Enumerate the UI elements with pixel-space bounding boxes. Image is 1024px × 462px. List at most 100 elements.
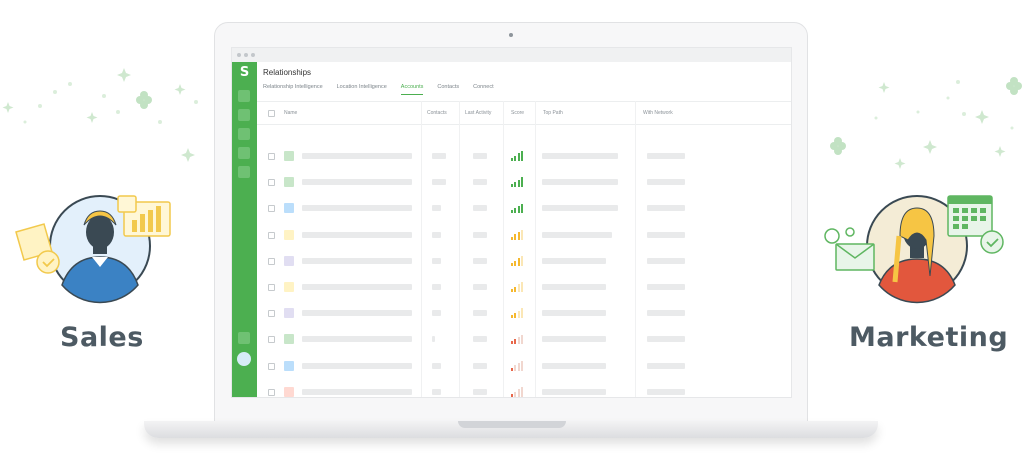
- account-name-placeholder[interactable]: [302, 153, 412, 159]
- marketing-persona-illustration: [824, 195, 1004, 304]
- tab-location-intelligence[interactable]: Location Intelligence: [337, 84, 387, 95]
- account-name-placeholder[interactable]: [302, 388, 412, 395]
- last-activity-placeholder: [473, 231, 487, 238]
- network-placeholder: [647, 257, 685, 264]
- contacts-placeholder: [432, 153, 446, 159]
- contacts-placeholder: [432, 310, 441, 317]
- contacts-placeholder: [432, 257, 441, 264]
- sidebar-nav-item[interactable]: [238, 128, 250, 140]
- row-checkbox[interactable]: [268, 284, 275, 291]
- contacts-placeholder: [432, 179, 446, 186]
- table-row[interactable]: [257, 255, 791, 269]
- column-header-with-network[interactable]: With Network: [643, 110, 673, 116]
- column-divider: [535, 101, 536, 397]
- sidebar-nav-item[interactable]: [238, 109, 250, 121]
- tab-contacts[interactable]: Contacts: [437, 84, 459, 95]
- table-row[interactable]: [257, 307, 791, 321]
- row-checkbox[interactable]: [268, 179, 275, 187]
- column-header-score[interactable]: Score: [511, 110, 524, 116]
- sidebar-nav-item[interactable]: [238, 90, 250, 102]
- account-name-placeholder[interactable]: [302, 362, 412, 369]
- account-name-placeholder[interactable]: [302, 205, 412, 212]
- last-activity-placeholder: [473, 257, 487, 264]
- sidebar-nav-item[interactable]: [238, 147, 250, 159]
- row-checkbox[interactable]: [268, 153, 275, 160]
- last-activity-placeholder: [473, 336, 487, 343]
- sidebar-nav-item[interactable]: [238, 166, 250, 178]
- row-checkbox[interactable]: [268, 362, 275, 370]
- table-row[interactable]: [257, 386, 791, 397]
- column-header-contacts[interactable]: Contacts: [427, 110, 447, 116]
- account-avatar: [284, 151, 294, 161]
- sidebar-nav-item[interactable]: [238, 332, 250, 344]
- score-signal-icon: [511, 203, 525, 214]
- account-avatar: [284, 334, 294, 345]
- table-row[interactable]: [257, 150, 791, 164]
- contacts-placeholder: [432, 362, 441, 369]
- table-row[interactable]: [257, 176, 791, 190]
- account-name-placeholder[interactable]: [302, 336, 412, 343]
- column-divider: [421, 101, 422, 397]
- account-avatar: [284, 229, 294, 240]
- column-header-name[interactable]: Name: [284, 110, 297, 116]
- table-row[interactable]: [257, 360, 791, 374]
- page-title: Relationships: [263, 68, 312, 77]
- app-logo[interactable]: S: [237, 65, 252, 80]
- window-minimize-dot[interactable]: [244, 53, 248, 57]
- row-checkbox[interactable]: [268, 231, 275, 239]
- network-placeholder: [647, 284, 685, 290]
- account-avatar: [284, 308, 294, 319]
- column-header-last-activity[interactable]: Last Activity: [465, 110, 491, 116]
- network-placeholder: [647, 310, 685, 317]
- table-row[interactable]: [257, 229, 791, 243]
- window-close-dot[interactable]: [237, 53, 241, 57]
- account-name-placeholder[interactable]: [302, 310, 412, 317]
- last-activity-placeholder: [473, 153, 487, 159]
- account-avatar: [284, 282, 294, 292]
- top-path-placeholder: [542, 179, 618, 186]
- top-path-placeholder: [542, 362, 606, 369]
- tab-bar: Relationship Intelligence Location Intel…: [263, 84, 508, 95]
- account-avatar: [284, 386, 294, 397]
- top-path-placeholder: [542, 153, 618, 159]
- column-header-top-path[interactable]: Top Path: [543, 110, 563, 116]
- row-checkbox[interactable]: [268, 388, 275, 396]
- table-row[interactable]: [257, 333, 791, 347]
- account-name-placeholder[interactable]: [302, 231, 412, 238]
- network-placeholder: [647, 153, 685, 159]
- account-avatar: [284, 360, 294, 371]
- marketing-label: Marketing: [849, 322, 1009, 353]
- user-avatar[interactable]: [237, 352, 251, 366]
- last-activity-placeholder: [473, 362, 487, 369]
- account-name-placeholder[interactable]: [302, 179, 412, 186]
- row-checkbox[interactable]: [268, 310, 275, 318]
- window-maximize-dot[interactable]: [251, 53, 255, 57]
- network-placeholder: [647, 336, 685, 343]
- column-divider: [503, 101, 504, 397]
- column-divider: [459, 101, 460, 397]
- account-name-placeholder[interactable]: [302, 257, 412, 264]
- table-row[interactable]: [257, 281, 791, 295]
- account-name-placeholder[interactable]: [302, 284, 412, 290]
- tab-accounts[interactable]: Accounts: [400, 84, 424, 95]
- tab-relationship-intelligence[interactable]: Relationship Intelligence: [263, 84, 323, 95]
- select-all-checkbox[interactable]: [268, 110, 275, 117]
- sales-persona-illustration: [15, 195, 171, 304]
- top-path-placeholder: [542, 388, 606, 395]
- top-path-placeholder: [542, 205, 618, 212]
- score-signal-icon: [511, 229, 525, 240]
- row-checkbox[interactable]: [268, 336, 275, 344]
- network-placeholder: [647, 388, 685, 395]
- last-activity-placeholder: [473, 205, 487, 212]
- table-header: Name Contacts Last Activity Score Top Pa…: [257, 101, 791, 125]
- score-signal-icon: [511, 308, 525, 319]
- tab-connect[interactable]: Connect: [473, 84, 494, 95]
- last-activity-placeholder: [473, 310, 487, 317]
- row-checkbox[interactable]: [268, 205, 275, 213]
- last-activity-placeholder: [473, 388, 487, 395]
- laptop-notch: [458, 421, 566, 428]
- score-signal-icon: [511, 360, 525, 371]
- row-checkbox[interactable]: [268, 257, 275, 265]
- network-placeholder: [647, 362, 685, 369]
- table-row[interactable]: [257, 202, 791, 216]
